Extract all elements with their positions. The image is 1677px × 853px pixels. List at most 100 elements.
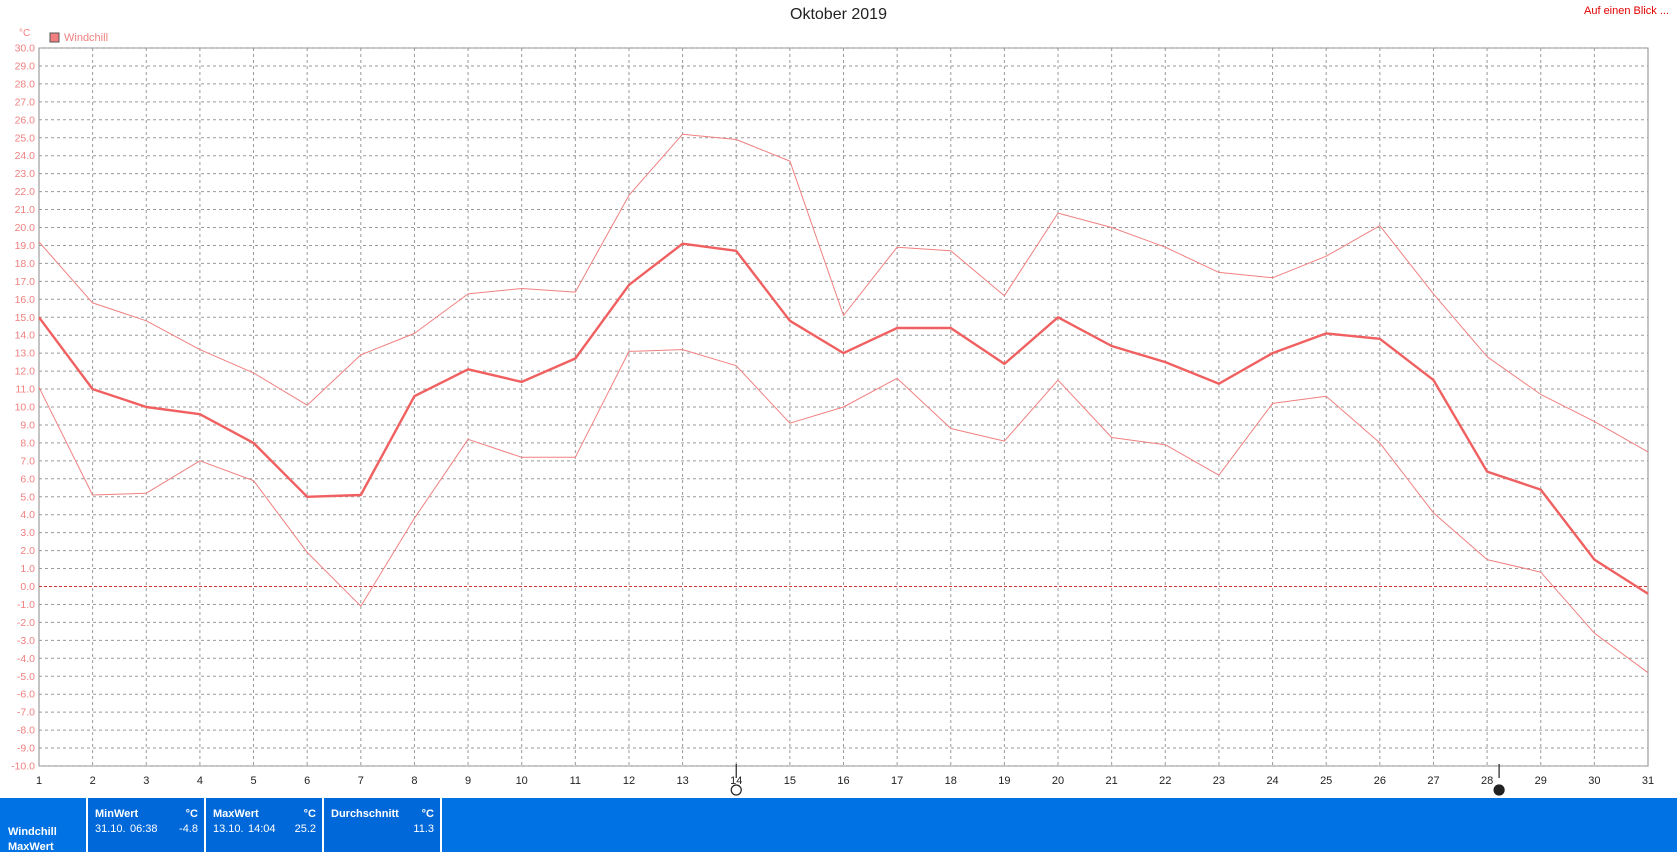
min-unit: °C — [185, 808, 198, 820]
y-tick-label: 27.0 — [15, 96, 36, 108]
stats-footer: Windchill MaxWert MinWert °C 31.10. 06:3… — [0, 798, 1677, 853]
average-panel: Durchschnitt °C 11.3 — [322, 798, 442, 852]
row-label-maxwert: MaxWert — [8, 841, 54, 853]
y-tick-label: -2.0 — [17, 617, 35, 629]
y-tick-label: 0.0 — [20, 581, 35, 593]
y-tick-label: 19.0 — [15, 240, 36, 252]
x-tick-label: 4 — [197, 775, 203, 787]
x-tick-label: 30 — [1588, 775, 1600, 787]
y-tick-label: 3.0 — [20, 527, 35, 539]
x-tick-label: 1 — [36, 775, 42, 787]
x-tick-label: 26 — [1374, 775, 1386, 787]
x-tick-label: 18 — [945, 775, 957, 787]
x-tick-label: 31 — [1642, 775, 1654, 787]
y-tick-label: 20.0 — [15, 222, 36, 234]
y-tick-label: 7.0 — [20, 455, 35, 467]
y-tick-label: 21.0 — [15, 204, 36, 216]
max-value-panel: MaxWert °C 13.10. 14:04 25.2 — [204, 798, 322, 852]
avg-header: Durchschnitt — [331, 808, 399, 820]
x-tick-label: 7 — [358, 775, 364, 787]
y-tick-label: -9.0 — [17, 743, 35, 755]
y-tick-label: -5.0 — [17, 671, 35, 683]
y-tick-label: 8.0 — [20, 437, 35, 449]
chart-title: Oktober 2019 — [790, 6, 887, 23]
windchill-chart: -10.0 -9.0 -8.0 -7.0 -6.0 -5.0 -4.0 -3.0 -2.0 -1.… — [11, 28, 1654, 796]
y-tick-label: 30.0 — [15, 43, 36, 55]
y-tick-label: -4.0 — [17, 653, 35, 665]
y-tick-label: 23.0 — [15, 168, 36, 180]
y-tick-label: -6.0 — [17, 689, 35, 701]
y-tick-label: 4.0 — [20, 509, 35, 521]
x-tick-label: 11 — [570, 775, 581, 787]
y-tick-label: 9.0 — [20, 419, 35, 431]
y-tick-label: 11.0 — [15, 384, 35, 396]
x-tick-label: 3 — [143, 775, 149, 787]
y-tick-label: 13.0 — [15, 348, 36, 360]
x-tick-label: 5 — [250, 775, 256, 787]
y-tick-label: 14.0 — [15, 330, 36, 342]
y-tick-label: 24.0 — [15, 150, 36, 162]
y-tick-label: 25.0 — [15, 132, 36, 144]
legend-swatch — [49, 32, 60, 43]
y-tick-label: 22.0 — [15, 186, 36, 198]
y-axis-tick-labels: -10.0 -9.0 -8.0 -7.0 -6.0 -5.0 -4.0 -3.0 -2.0 -1.… — [11, 43, 35, 773]
x-tick-label: 15 — [784, 775, 796, 787]
x-tick-label: 12 — [623, 775, 635, 787]
avg-unit: °C — [421, 808, 434, 820]
y-tick-label: 16.0 — [15, 294, 36, 306]
y-axis-unit: °C — [19, 28, 30, 39]
max-unit: °C — [303, 808, 316, 820]
x-tick-label: 28 — [1481, 775, 1493, 787]
y-tick-label: -10.0 — [11, 761, 35, 773]
y-tick-label: -1.0 — [17, 599, 35, 611]
min-value: -4.8 — [179, 823, 198, 835]
min-date: 31.10. — [95, 823, 126, 835]
x-tick-label: 9 — [465, 775, 471, 787]
y-tick-label: 29.0 — [15, 60, 36, 72]
max-header: MaxWert — [213, 808, 259, 820]
min-header: MinWert — [95, 808, 139, 820]
y-tick-label: 10.0 — [15, 402, 36, 414]
max-value: 25.2 — [294, 823, 316, 835]
y-tick-label: -3.0 — [17, 635, 35, 647]
x-tick-label: 29 — [1535, 775, 1547, 787]
max-time: 14:04 — [248, 823, 276, 835]
y-tick-label: -7.0 — [17, 707, 35, 719]
min-value-panel: MinWert °C 31.10. 06:38 -4.8 — [86, 798, 204, 852]
y-tick-label: 15.0 — [15, 312, 36, 324]
new-moon-icon — [1493, 784, 1505, 796]
x-tick-label: 8 — [411, 775, 417, 787]
x-tick-label: 19 — [998, 775, 1010, 787]
x-tick-label: 10 — [516, 775, 528, 787]
x-tick-label: 21 — [1106, 775, 1118, 787]
x-tick-label: 25 — [1320, 775, 1332, 787]
y-tick-label: 2.0 — [20, 545, 35, 557]
min-time: 06:38 — [130, 823, 158, 835]
x-tick-label: 24 — [1266, 775, 1278, 787]
y-tick-label: 12.0 — [15, 366, 36, 378]
y-tick-label: 28.0 — [15, 78, 36, 90]
y-tick-label: 6.0 — [20, 473, 35, 485]
full-moon-icon — [730, 784, 742, 796]
x-tick-label: 22 — [1159, 775, 1171, 787]
avg-value: 11.3 — [413, 823, 434, 835]
x-tick-label: 20 — [1052, 775, 1064, 787]
x-tick-label: 23 — [1213, 775, 1225, 787]
x-axis-tick-labels: 1 2 3 4 5 6 7 8 9 10 11 12 13 14 15 16 17 18 19 20 21 22 23 24 2… — [36, 775, 1654, 787]
y-tick-label: 18.0 — [15, 258, 36, 270]
y-tick-label: 17.0 — [15, 276, 36, 288]
x-tick-label: 17 — [891, 775, 903, 787]
y-tick-label: 5.0 — [20, 491, 35, 503]
at-a-glance-link[interactable]: Auf einen Blick ... — [1584, 5, 1669, 17]
x-tick-label: 13 — [676, 775, 688, 787]
x-tick-label: 6 — [304, 775, 310, 787]
y-tick-label: 1.0 — [20, 563, 35, 575]
x-tick-label: 2 — [90, 775, 96, 787]
y-tick-label: -8.0 — [17, 725, 35, 737]
x-tick-label: 16 — [837, 775, 849, 787]
legend-label: Windchill — [64, 32, 108, 44]
x-tick-label: 27 — [1427, 775, 1439, 787]
max-date: 13.10. — [213, 823, 244, 835]
y-tick-label: 26.0 — [15, 114, 36, 126]
row-label-windchill: Windchill — [8, 826, 57, 838]
